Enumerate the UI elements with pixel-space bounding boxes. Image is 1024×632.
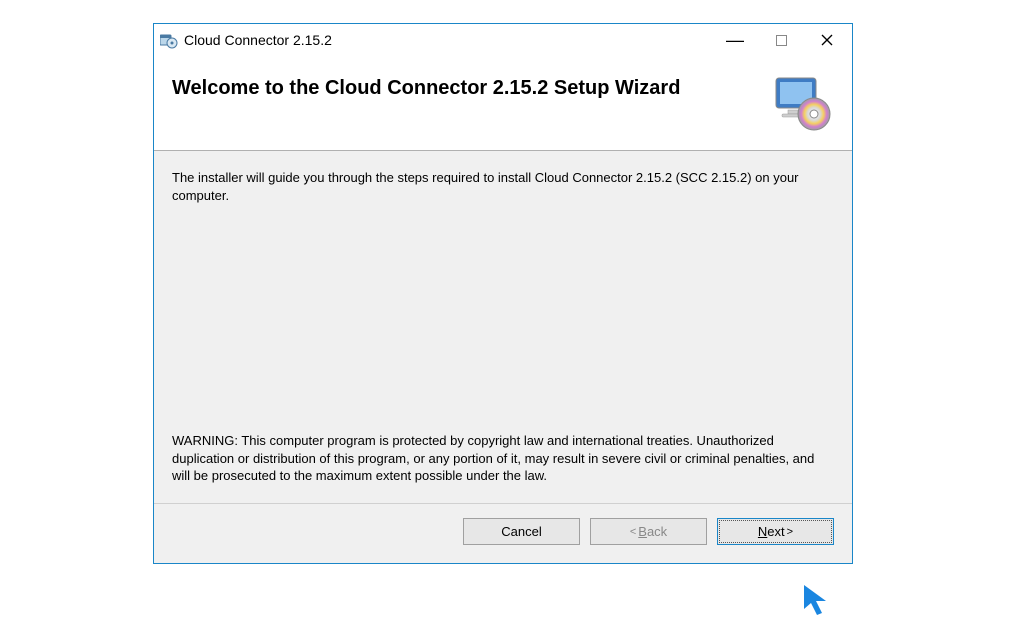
window-controls: — — [712, 25, 850, 55]
cursor-icon — [800, 583, 840, 623]
intro-text: The installer will guide you through the… — [172, 169, 834, 204]
warning-text: WARNING: This computer program is protec… — [172, 432, 834, 485]
computer-disc-icon — [770, 76, 834, 132]
close-button[interactable] — [804, 25, 850, 55]
window-title: Cloud Connector 2.15.2 — [184, 32, 712, 48]
chevron-left-icon: < — [630, 526, 636, 538]
next-mnemonic: N — [758, 524, 767, 539]
maximize-button[interactable] — [758, 25, 804, 55]
wizard-body: The installer will guide you through the… — [154, 151, 852, 503]
back-rest: ack — [647, 524, 667, 539]
cancel-button[interactable]: Cancel — [463, 518, 580, 545]
next-button[interactable]: Next > — [717, 518, 834, 545]
wizard-header: Welcome to the Cloud Connector 2.15.2 Se… — [154, 56, 852, 151]
wizard-heading: Welcome to the Cloud Connector 2.15.2 Se… — [172, 76, 770, 101]
chevron-right-icon: > — [787, 526, 793, 538]
back-button: < Back — [590, 518, 707, 545]
minimize-button[interactable]: — — [712, 25, 758, 55]
installer-window: Cloud Connector 2.15.2 — Welcome to the … — [153, 23, 853, 564]
button-row: Cancel < Back Next > — [154, 504, 852, 563]
installer-icon — [160, 31, 178, 49]
cancel-label: Cancel — [501, 524, 541, 539]
next-rest: ext — [767, 524, 784, 539]
titlebar: Cloud Connector 2.15.2 — — [154, 24, 852, 56]
back-mnemonic: B — [638, 524, 647, 539]
